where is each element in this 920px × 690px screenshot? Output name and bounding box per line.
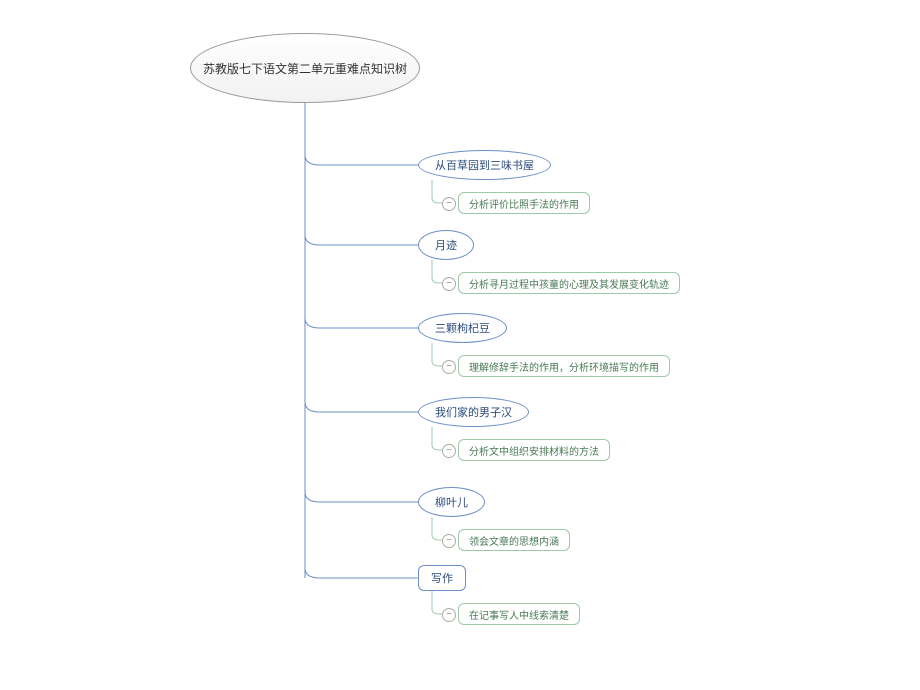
topic-node-2[interactable]: 月迹: [418, 230, 474, 260]
topic-label: 写作: [431, 570, 453, 586]
leaf-node-5[interactable]: 领会文章的思想内涵: [458, 529, 570, 551]
leaf-label: 在记事写人中线索清楚: [469, 607, 569, 622]
root-node[interactable]: 苏教版七下语文第二单元重难点知识树: [190, 33, 420, 103]
collapse-toggle-icon[interactable]: −: [442, 360, 456, 374]
leaf-node-3[interactable]: 理解修辞手法的作用，分析环境描写的作用: [458, 355, 670, 377]
leaf-node-1[interactable]: 分析评价比照手法的作用: [458, 192, 590, 214]
mindmap-canvas: 苏教版七下语文第二单元重难点知识树 从百草园到三味书屋 − 分析评价比照手法的作…: [0, 0, 920, 690]
topic-label: 我们家的男子汉: [435, 404, 512, 420]
collapse-toggle-icon[interactable]: −: [442, 444, 456, 458]
root-label: 苏教版七下语文第二单元重难点知识树: [203, 60, 407, 77]
leaf-label: 分析寻月过程中孩童的心理及其发展变化轨迹: [469, 276, 669, 291]
leaf-label: 领会文章的思想内涵: [469, 533, 559, 548]
topic-node-6[interactable]: 写作: [418, 565, 466, 591]
leaf-node-6[interactable]: 在记事写人中线索清楚: [458, 603, 580, 625]
topic-label: 从百草园到三味书屋: [435, 157, 534, 173]
leaf-label: 理解修辞手法的作用，分析环境描写的作用: [469, 359, 659, 374]
collapse-toggle-icon[interactable]: −: [442, 197, 456, 211]
topic-label: 月迹: [435, 237, 457, 253]
collapse-toggle-icon[interactable]: −: [442, 534, 456, 548]
leaf-label: 分析评价比照手法的作用: [469, 196, 579, 211]
leaf-node-2[interactable]: 分析寻月过程中孩童的心理及其发展变化轨迹: [458, 272, 680, 294]
topic-label: 柳叶儿: [435, 494, 468, 510]
leaf-node-4[interactable]: 分析文中组织安排材料的方法: [458, 439, 610, 461]
topic-node-5[interactable]: 柳叶儿: [418, 487, 485, 517]
topic-label: 三颗枸杞豆: [435, 320, 490, 336]
topic-node-4[interactable]: 我们家的男子汉: [418, 397, 529, 427]
collapse-toggle-icon[interactable]: −: [442, 608, 456, 622]
collapse-toggle-icon[interactable]: −: [442, 277, 456, 291]
leaf-label: 分析文中组织安排材料的方法: [469, 443, 599, 458]
topic-node-3[interactable]: 三颗枸杞豆: [418, 313, 507, 343]
topic-node-1[interactable]: 从百草园到三味书屋: [418, 150, 551, 180]
